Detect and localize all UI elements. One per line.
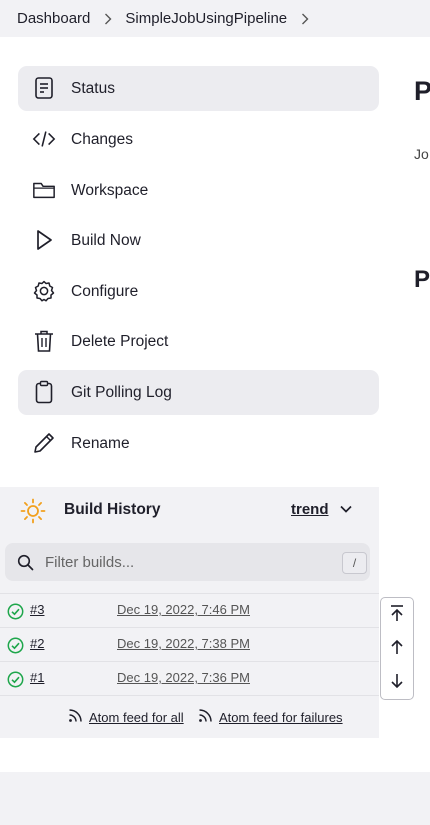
build-history-title: Build History — [64, 501, 161, 518]
chevron-down-icon[interactable] — [338, 501, 354, 522]
page-footer — [0, 772, 430, 825]
rss-icon — [68, 708, 83, 726]
build-row: #1 Dec 19, 2022, 7:36 PM — [0, 661, 379, 695]
atom-feed-all-label: Atom feed for all — [89, 709, 184, 725]
status-icon — [32, 76, 56, 100]
trash-icon — [32, 329, 56, 353]
task-label: Git Polling Log — [71, 383, 172, 401]
arrow-up-icon — [389, 638, 405, 661]
task-git-polling-log[interactable]: Git Polling Log — [18, 370, 379, 415]
job-description: Jo — [414, 146, 429, 162]
page-older-button[interactable] — [381, 666, 413, 700]
folder-icon — [32, 178, 56, 202]
play-icon — [32, 228, 56, 252]
task-build-now[interactable]: Build Now — [18, 218, 379, 263]
build-number-link[interactable]: #3 — [30, 602, 44, 617]
build-filter-area: / — [0, 533, 379, 593]
task-changes[interactable]: Changes — [18, 117, 379, 162]
task-label: Delete Project — [71, 332, 169, 350]
task-configure[interactable]: Configure — [18, 269, 379, 314]
pencil-icon — [32, 431, 56, 455]
rss-icon — [198, 708, 213, 726]
success-icon — [7, 637, 24, 659]
build-number-link[interactable]: #2 — [30, 636, 44, 651]
task-label: Configure — [71, 282, 139, 300]
breadcrumb-job[interactable]: SimpleJobUsingPipeline — [125, 10, 287, 27]
atom-feeds: Atom feed for all Atom feed for failures — [0, 695, 379, 738]
success-icon — [7, 671, 24, 693]
section-heading: P — [414, 266, 430, 293]
build-number-link[interactable]: #1 — [30, 670, 44, 685]
clipboard-icon — [32, 380, 56, 404]
task-rename[interactable]: Rename — [18, 421, 379, 466]
keyboard-shortcut-badge: / — [342, 552, 367, 574]
task-label: Build Now — [71, 231, 141, 249]
arrow-down-icon — [389, 672, 405, 695]
success-icon — [7, 603, 24, 625]
atom-feed-all-link[interactable]: Atom feed for all — [68, 708, 184, 726]
build-row: #2 Dec 19, 2022, 7:38 PM — [0, 627, 379, 661]
atom-feed-failures-link[interactable]: Atom feed for failures — [198, 708, 343, 726]
arrow-up-to-top-icon — [389, 604, 405, 627]
page-first-button[interactable] — [381, 598, 413, 632]
task-status[interactable]: Status — [18, 66, 379, 111]
task-label: Changes — [71, 130, 134, 148]
filter-box: / — [5, 543, 370, 581]
task-workspace[interactable]: Workspace — [18, 168, 379, 213]
filter-builds-input[interactable] — [45, 543, 335, 581]
sun-icon — [20, 498, 46, 529]
task-label: Rename — [71, 434, 130, 452]
trend-link[interactable]: trend — [291, 501, 329, 518]
build-history-header: Build History trend — [0, 487, 379, 533]
page-newer-button[interactable] — [381, 632, 413, 666]
code-icon — [32, 127, 56, 151]
breadcrumb: Dashboard SimpleJobUsingPipeline — [0, 0, 430, 37]
gear-icon — [32, 279, 56, 303]
atom-feed-failures-label: Atom feed for failures — [219, 709, 343, 725]
build-history-pager — [380, 597, 414, 700]
task-label: Status — [71, 79, 115, 97]
build-row: #3 Dec 19, 2022, 7:46 PM — [0, 593, 379, 627]
build-date-link[interactable]: Dec 19, 2022, 7:36 PM — [117, 670, 250, 685]
breadcrumb-dashboard[interactable]: Dashboard — [17, 10, 90, 27]
search-icon — [17, 554, 34, 576]
task-label: Workspace — [71, 181, 149, 199]
task-delete-project[interactable]: Delete Project — [18, 319, 379, 364]
chevron-right-icon[interactable] — [301, 13, 309, 25]
build-date-link[interactable]: Dec 19, 2022, 7:46 PM — [117, 602, 250, 617]
page-title: P — [414, 76, 430, 106]
chevron-right-icon[interactable] — [104, 13, 112, 25]
build-date-link[interactable]: Dec 19, 2022, 7:38 PM — [117, 636, 250, 651]
